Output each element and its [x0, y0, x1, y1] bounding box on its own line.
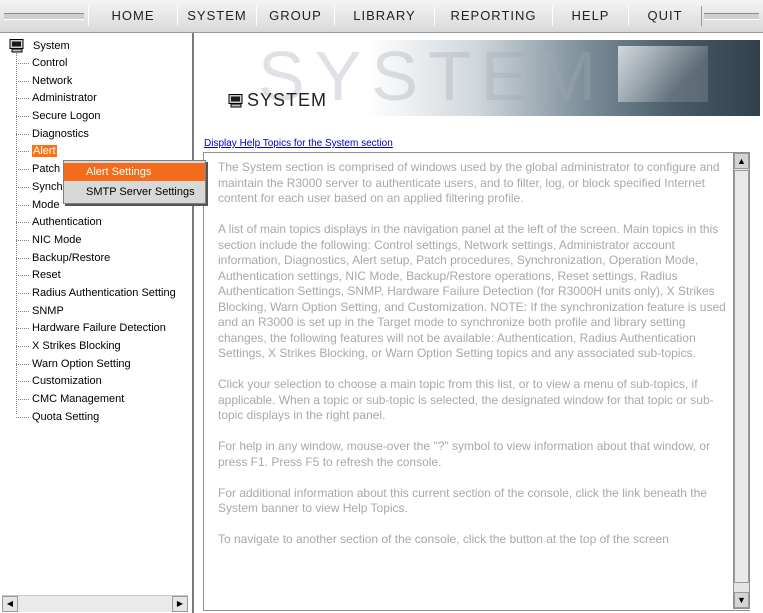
menu-quit[interactable]: QUIT	[628, 6, 702, 26]
nav-item-snmp[interactable]: SNMP	[16, 303, 176, 321]
banner-title-text: SYSTEM	[247, 90, 328, 110]
menu-group[interactable]: GROUP	[256, 6, 335, 26]
main-menu-bar: HOME SYSTEM GROUP LIBRARY REPORTING HELP…	[0, 0, 763, 33]
content-vertical-scrollbar[interactable]: ▲ ▼	[733, 152, 750, 609]
nav-item-customization[interactable]: Customization	[16, 373, 176, 391]
menu-home[interactable]: HOME	[88, 6, 178, 26]
alert-submenu-popup: Alert Settings SMTP Server Settings	[63, 160, 206, 204]
content-paragraph: For help in any window, mouse-over the "…	[218, 439, 711, 469]
submenu-smtp-server-settings[interactable]: SMTP Server Settings	[64, 183, 205, 201]
nav-item-warn-option-setting[interactable]: Warn Option Setting	[16, 356, 176, 374]
nav-item-hardware-failure-detection[interactable]: Hardware Failure Detection	[16, 320, 176, 338]
computer-icon	[9, 39, 24, 53]
menu-system[interactable]: SYSTEM	[177, 6, 257, 26]
nav-item-backup-restore[interactable]: Backup/Restore	[16, 250, 176, 268]
nav-item-nic-mode[interactable]: NIC Mode	[16, 232, 176, 250]
nav-item-control[interactable]: Control	[16, 55, 176, 73]
nav-item-administrator[interactable]: Administrator	[16, 90, 176, 108]
nav-item-secure-logon[interactable]: Secure Logon	[16, 108, 176, 126]
menu-library[interactable]: LIBRARY	[334, 6, 435, 26]
scroll-up-arrow-icon[interactable]: ▲	[734, 153, 749, 169]
nav-item-alert[interactable]: Alert	[16, 143, 176, 161]
content-paragraph: For additional information about this cu…	[218, 485, 707, 516]
nav-item-x-strikes-blocking[interactable]: X Strikes Blocking	[16, 338, 176, 356]
nav-item-cmc-management[interactable]: CMC Management	[16, 391, 176, 409]
scrollbar-thumb[interactable]	[734, 170, 749, 583]
nav-item-network[interactable]: Network	[16, 73, 176, 91]
help-content-text: The System section is comprised of windo…	[218, 160, 728, 563]
content-paragraph: To navigate to another section of the co…	[218, 532, 669, 546]
nav-horizontal-scrollbar[interactable]: ◀ ▶	[2, 595, 188, 612]
navigation-panel: System Control Network Administrator Sec…	[0, 33, 194, 613]
scroll-left-arrow-icon[interactable]: ◀	[2, 596, 18, 612]
nav-item-authentication[interactable]: Authentication	[16, 214, 176, 232]
scroll-down-arrow-icon[interactable]: ▼	[734, 592, 749, 608]
help-topics-link[interactable]: Display Help Topics for the System secti…	[204, 138, 393, 149]
menu-bar-rail-left	[4, 13, 84, 20]
computer-icon	[228, 94, 243, 108]
menu-help[interactable]: HELP	[552, 6, 629, 26]
content-paragraph: A list of main topics displays in the na…	[218, 222, 726, 360]
nav-topic-list: Control Network Administrator Secure Log…	[16, 55, 176, 426]
system-banner: SYSTEM SYSTEM	[198, 40, 760, 116]
nav-item-radius-authentication[interactable]: Radius Authentication Setting	[16, 285, 176, 303]
content-paragraph: Click your selection to choose a main to…	[218, 377, 714, 422]
nav-item-quota-setting[interactable]: Quota Setting	[16, 409, 176, 427]
scroll-right-arrow-icon[interactable]: ▶	[172, 596, 188, 612]
nav-item-reset[interactable]: Reset	[16, 267, 176, 285]
tree-root-label: System	[33, 40, 70, 52]
menu-reporting[interactable]: REPORTING	[434, 6, 553, 26]
submenu-alert-settings[interactable]: Alert Settings	[64, 163, 205, 181]
help-content-panel: The System section is comprised of windo…	[203, 152, 750, 611]
menu-bar-rail-right	[704, 13, 759, 20]
banner-title: SYSTEM	[228, 90, 327, 111]
nav-item-diagnostics[interactable]: Diagnostics	[16, 126, 176, 144]
content-paragraph: The System section is comprised of windo…	[218, 160, 720, 205]
